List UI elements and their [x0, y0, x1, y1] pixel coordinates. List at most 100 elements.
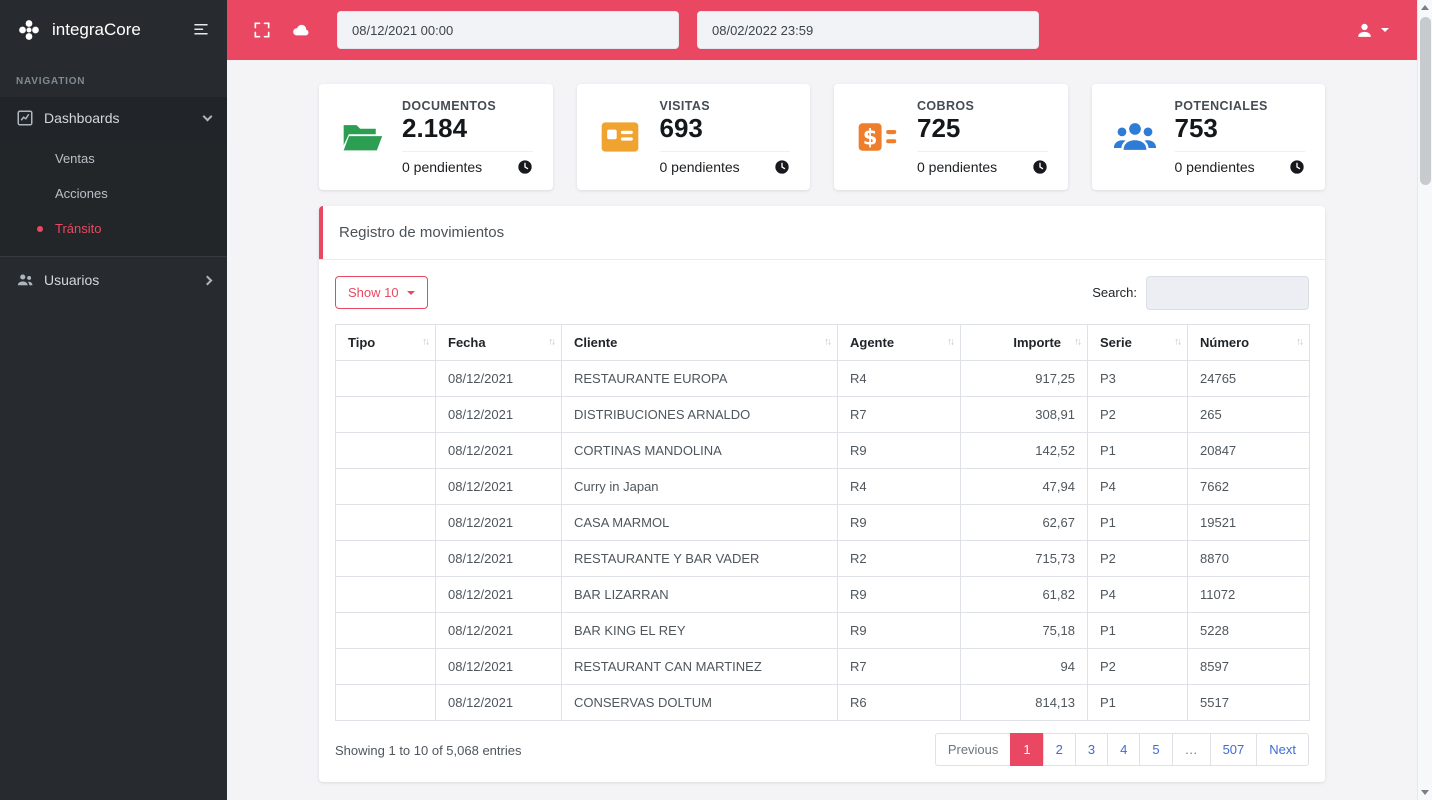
movements-panel: Registro de movimientos Show 10 Search:	[319, 205, 1325, 782]
chevron-down-icon	[406, 290, 415, 295]
page-button[interactable]: Next	[1256, 732, 1309, 766]
col-header-serie[interactable]: Serie ↑↓	[1087, 323, 1188, 361]
search-label: Search:	[1092, 285, 1137, 301]
col-header-importe[interactable]: Importe ↑↓	[960, 323, 1088, 361]
table-row[interactable]: 08/12/2021 DISTRIBUCIONES ARNALDO R7 308…	[335, 395, 1310, 433]
subnav-label: Tránsito	[55, 221, 102, 236]
sort-icon: ↑↓	[422, 336, 430, 348]
user-group-icon	[1112, 115, 1158, 159]
cell-fecha: 08/12/2021	[435, 467, 562, 505]
col-header-fecha[interactable]: Fecha ↑↓	[435, 323, 562, 361]
cell-numero: 11072	[1187, 575, 1310, 613]
page-button: Previous	[934, 732, 1012, 766]
date-to-input[interactable]	[697, 11, 1039, 49]
sidebar-item-usuarios[interactable]: Usuarios	[0, 259, 227, 301]
col-label: Importe	[1013, 334, 1061, 350]
cell-numero: 8870	[1187, 539, 1310, 577]
stats-row: DOCUMENTOS 2.184 0 pendientes VISITAS 69…	[319, 84, 1325, 190]
table-row[interactable]: 08/12/2021 RESTAURANT CAN MARTINEZ R7 94…	[335, 647, 1310, 685]
scroll-up-arrow[interactable]	[1418, 0, 1432, 15]
page-button[interactable]: 4	[1107, 732, 1141, 766]
main-column: DOCUMENTOS 2.184 0 pendientes	[227, 0, 1417, 800]
cell-serie: P4	[1087, 467, 1188, 505]
cell-tipo	[335, 359, 436, 397]
page-button-current[interactable]: 1	[1010, 732, 1044, 766]
page-button[interactable]: 5	[1139, 732, 1173, 766]
cell-tipo	[335, 683, 436, 721]
sidebar-item-ventas[interactable]: Ventas	[0, 141, 227, 176]
page-button[interactable]: 2	[1042, 732, 1076, 766]
cell-tipo	[335, 611, 436, 649]
chart-icon	[16, 109, 34, 127]
clock-icon	[1289, 159, 1305, 175]
clock-icon	[517, 159, 533, 175]
cell-serie: P3	[1087, 359, 1188, 397]
search-input[interactable]	[1146, 275, 1309, 310]
cell-tipo	[335, 503, 436, 541]
cell-cliente: RESTAURANTE Y BAR VADER	[561, 539, 838, 577]
cell-numero: 7662	[1187, 467, 1310, 505]
table-row[interactable]: 08/12/2021 RESTAURANTE EUROPA R4 917,25 …	[335, 359, 1310, 397]
table-row[interactable]: 08/12/2021 BAR LIZARRAN R9 61,82 P4 1107…	[335, 575, 1310, 613]
table-toolbar: Show 10 Search:	[335, 275, 1309, 310]
cell-cliente: RESTAURANT CAN MARTINEZ	[561, 647, 838, 685]
stat-pending: 0 pendientes	[402, 158, 483, 175]
scroll-down-arrow[interactable]	[1418, 785, 1432, 800]
table-row[interactable]: 08/12/2021 Curry in Japan R4 47,94 P4 76…	[335, 467, 1310, 505]
cell-fecha: 08/12/2021	[435, 539, 562, 577]
sidebar-item-transito[interactable]: Tránsito	[0, 211, 227, 246]
cell-importe: 814,13	[960, 683, 1088, 721]
clock-icon	[774, 159, 790, 175]
sidebar-item-label: Usuarios	[44, 272, 100, 288]
cell-importe: 75,18	[960, 611, 1088, 649]
fullscreen-icon[interactable]	[252, 20, 272, 40]
cell-agente: R4	[837, 359, 961, 397]
showing-entries-text: Showing 1 to 10 of 5,068 entries	[335, 742, 522, 758]
sort-icon: ↑↓	[1296, 336, 1304, 348]
pagination: Previous 1 2 3 4 5… 507 Next	[934, 732, 1309, 766]
cell-numero: 265	[1187, 395, 1310, 433]
brand-name: integraCore	[52, 20, 141, 39]
stat-card-visitas: VISITAS 693 0 pendientes	[576, 84, 810, 190]
page-button[interactable]: 3	[1074, 732, 1109, 766]
col-label: Serie	[1100, 334, 1132, 350]
brand-logo-icon	[16, 17, 42, 43]
sort-icon: ↑↓	[1074, 336, 1082, 348]
cell-tipo	[335, 431, 436, 469]
col-header-agente[interactable]: Agente ↑↓	[837, 323, 961, 361]
col-header-tipo[interactable]: Tipo ↑↓	[335, 323, 436, 361]
scrollbar-track[interactable]	[1418, 15, 1432, 785]
page-button[interactable]: 507	[1209, 732, 1258, 766]
date-from-input[interactable]	[337, 11, 679, 49]
id-card-icon	[597, 115, 643, 159]
scrollbar-thumb[interactable]	[1420, 17, 1431, 185]
cell-tipo	[335, 539, 436, 577]
movements-table: Tipo ↑↓ Fecha ↑↓ Cliente ↑↓ Agente ↑↓ Import…	[335, 323, 1310, 721]
table-footer: Showing 1 to 10 of 5,068 entries Previou…	[335, 732, 1309, 766]
sidebar-item-dashboards[interactable]: Dashboards	[0, 97, 227, 139]
table-row[interactable]: 08/12/2021 CONSERVAS DOLTUM R6 814,13 P1…	[335, 683, 1310, 721]
stat-pending: 0 pendientes	[917, 158, 998, 175]
table-row[interactable]: 08/12/2021 BAR KING EL REY R9 75,18 P1 5…	[335, 611, 1310, 649]
show-entries-button[interactable]: Show 10	[335, 276, 428, 310]
table-row[interactable]: 08/12/2021 CASA MARMOL R9 62,67 P1 19521	[335, 503, 1310, 541]
col-header-numero[interactable]: Número ↑↓	[1187, 323, 1310, 361]
stat-pending: 0 pendientes	[1174, 158, 1255, 175]
sort-icon: ↑↓	[824, 336, 832, 348]
table-row[interactable]: 08/12/2021 RESTAURANTE Y BAR VADER R2 71…	[335, 539, 1310, 577]
cloud-icon[interactable]	[291, 20, 311, 40]
col-label: Agente	[850, 334, 895, 350]
chevron-down-icon	[202, 111, 213, 122]
sort-icon: ↑↓	[1174, 336, 1182, 348]
cell-agente: R9	[837, 611, 961, 649]
col-header-cliente[interactable]: Cliente ↑↓	[561, 323, 838, 361]
cell-importe: 308,91	[960, 395, 1088, 433]
table-row[interactable]: 08/12/2021 CORTINAS MANDOLINA R9 142,52 …	[335, 431, 1310, 469]
sidebar-item-acciones[interactable]: Acciones	[0, 176, 227, 211]
sidebar-toggle-icon[interactable]	[191, 21, 211, 39]
stat-value: 725	[917, 113, 961, 143]
user-menu[interactable]	[1355, 21, 1389, 40]
col-label: Cliente	[574, 334, 618, 350]
stat-title: DOCUMENTOS	[402, 99, 497, 113]
cell-serie: P1	[1087, 683, 1188, 721]
